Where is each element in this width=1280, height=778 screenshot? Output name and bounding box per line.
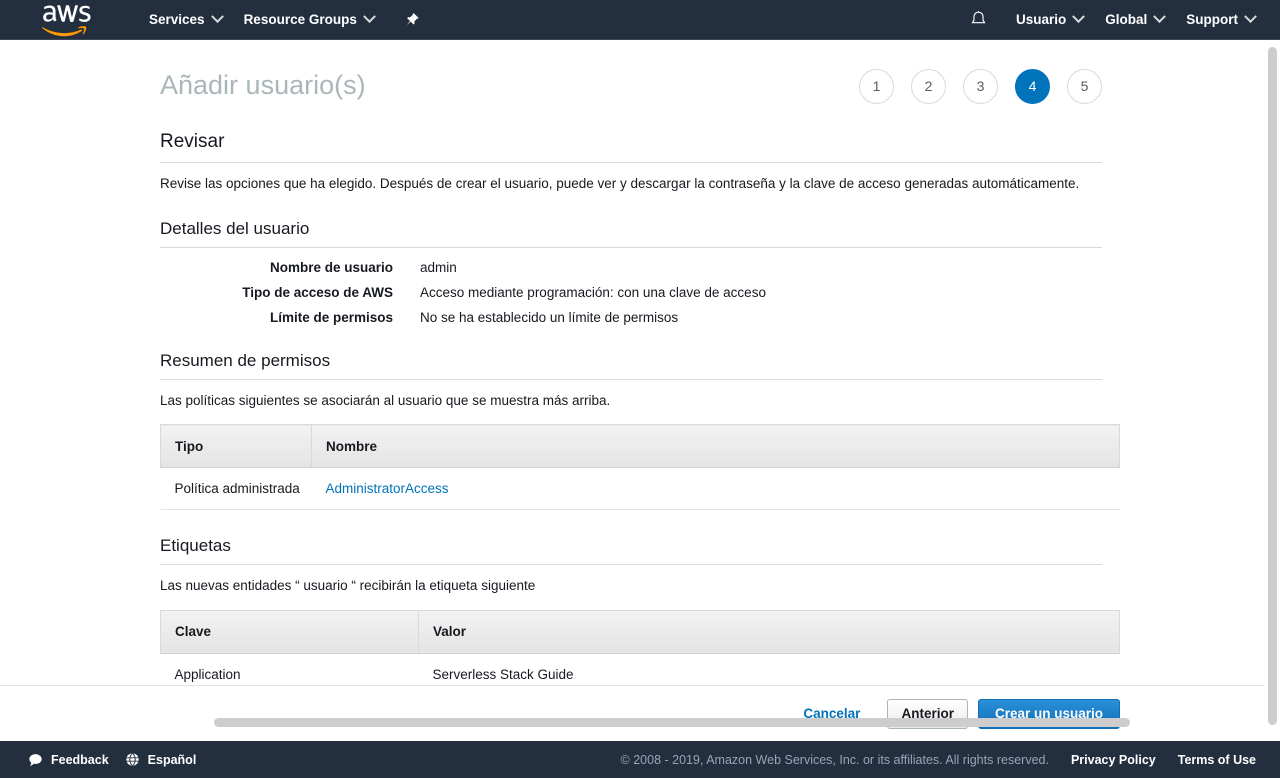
chevron-down-icon (1244, 10, 1257, 24)
terms-of-use-link[interactable]: Terms of Use (1178, 753, 1256, 767)
permissions-table-body: Política administrada AdministratorAcces… (160, 467, 1120, 511)
permissions-cell-nombre: AdministratorAccess (311, 467, 1120, 511)
detail-row-permissions-boundary: Límite de permisos No se ha establecido … (160, 310, 1102, 325)
aws-logo[interactable] (42, 0, 104, 40)
user-details-heading: Detalles del usuario (160, 219, 1102, 249)
permissions-table-header-row: Tipo Nombre (160, 424, 1120, 469)
permissions-column-nombre: Nombre (311, 424, 1120, 469)
tags-table: Clave Valor Application Serverless Stack… (160, 609, 1120, 696)
tags-column-clave: Clave (160, 609, 419, 654)
step-1[interactable]: 1 (859, 68, 894, 104)
step-2[interactable]: 2 (911, 68, 946, 104)
aws-logo-icon (42, 4, 91, 36)
page-title: Añadir usuario(s) (160, 70, 366, 101)
notifications-button[interactable] (959, 0, 999, 40)
nav-item-services[interactable]: Services (138, 0, 233, 40)
feedback-link[interactable]: Feedback (28, 753, 109, 767)
step-4-active[interactable]: 4 (1015, 68, 1050, 104)
page-footer: Feedback Español © 2008 - 2019, Amazon W… (0, 741, 1280, 778)
table-row: Política administrada AdministratorAcces… (160, 467, 1120, 511)
policy-link-administratoraccess[interactable]: AdministratorAccess (326, 481, 449, 496)
chevron-down-icon (210, 10, 224, 24)
page-container: Añadir usuario(s) 1 2 3 4 5 Revisar Revi… (0, 41, 1280, 741)
step-5[interactable]: 5 (1067, 68, 1102, 104)
chevron-down-icon (1072, 10, 1086, 24)
tags-heading: Etiquetas (160, 536, 1102, 566)
detail-label-permissions-boundary: Límite de permisos (269, 310, 393, 326)
pushpin-icon (406, 13, 419, 25)
detail-value-access-type: Acceso mediante programación: con una cl… (420, 285, 766, 301)
user-details-list: Nombre de usuario admin Tipo de acceso d… (160, 260, 1102, 325)
tags-column-valor: Valor (418, 609, 1120, 654)
nav-item-region-menu[interactable]: Global (1094, 0, 1175, 40)
nav-left-group: Services Resource Groups (0, 0, 429, 40)
copyright-text: © 2008 - 2019, Amazon Web Services, Inc.… (620, 752, 1049, 767)
pin-shortcut-button[interactable] (395, 0, 429, 40)
nav-item-user-menu[interactable]: Usuario (1005, 0, 1094, 40)
nav-right-group: Usuario Global Support (959, 0, 1280, 40)
nav-item-support-menu[interactable]: Support (1175, 0, 1266, 40)
detail-label-username: Nombre de usuario (269, 260, 393, 276)
wizard-action-bar: Cancelar Anterior Crear un usuario (0, 685, 1280, 741)
language-selector[interactable]: Español (125, 752, 197, 767)
nav-item-region-label: Global (1105, 12, 1148, 27)
tags-table-head: Clave Valor (160, 609, 1120, 654)
detail-value-username: admin (420, 260, 457, 276)
chevron-down-icon (1153, 10, 1167, 24)
nav-item-support-label: Support (1186, 12, 1238, 27)
permissions-table: Tipo Nombre Política administrada Admini… (160, 424, 1120, 511)
permissions-summary-description: Las políticas siguientes se asociarán al… (160, 393, 611, 409)
tags-table-header-row: Clave Valor (160, 609, 1120, 654)
chevron-down-icon (362, 10, 376, 24)
bell-icon (971, 11, 986, 24)
horizontal-scrollbar[interactable] (214, 718, 1130, 727)
vertical-scrollbar[interactable] (1265, 41, 1280, 741)
nav-item-user-label: Usuario (1015, 12, 1067, 27)
nav-item-services-label: Services (149, 12, 205, 27)
globe-icon (125, 752, 139, 767)
footer-right-group: © 2008 - 2019, Amazon Web Services, Inc.… (621, 753, 1280, 767)
review-heading: Revisar (160, 131, 1102, 163)
permissions-cell-tipo: Política administrada (160, 467, 312, 511)
vertical-scrollbar-thumb[interactable] (1268, 47, 1277, 725)
permissions-summary-heading: Resumen de permisos (160, 351, 1102, 381)
review-description: Revise las opciones que ha elegido. Desp… (160, 176, 1080, 191)
step-3[interactable]: 3 (963, 68, 998, 104)
nav-item-resource-groups-label: Resource Groups (243, 12, 357, 27)
language-label: Español (147, 752, 197, 767)
page-content: Añadir usuario(s) 1 2 3 4 5 Revisar Revi… (0, 41, 1262, 696)
step-indicator: 1 2 3 4 5 (859, 68, 1102, 104)
detail-row-username: Nombre de usuario admin (160, 260, 1102, 275)
permissions-table-head: Tipo Nombre (160, 424, 1120, 469)
feedback-label: Feedback (51, 752, 109, 767)
detail-value-permissions-boundary: No se ha establecido un límite de permis… (420, 310, 679, 326)
speech-bubble-icon (29, 753, 42, 766)
footer-left-group: Feedback Español (0, 752, 196, 767)
nav-item-resource-groups[interactable]: Resource Groups (233, 0, 385, 40)
review-section: Revisar Revise las opciones que ha elegi… (0, 131, 1262, 696)
tags-description: Las nuevas entidades “ usuario “ recibir… (160, 578, 536, 594)
detail-row-access-type: Tipo de acceso de AWS Acceso mediante pr… (160, 285, 1102, 300)
top-navigation-bar: Services Resource Groups Usuario Global (0, 0, 1280, 40)
permissions-column-tipo: Tipo (160, 424, 312, 469)
detail-label-access-type: Tipo de acceso de AWS (242, 285, 393, 301)
page-header: Añadir usuario(s) 1 2 3 4 5 (0, 41, 1262, 109)
privacy-policy-link[interactable]: Privacy Policy (1071, 753, 1156, 767)
